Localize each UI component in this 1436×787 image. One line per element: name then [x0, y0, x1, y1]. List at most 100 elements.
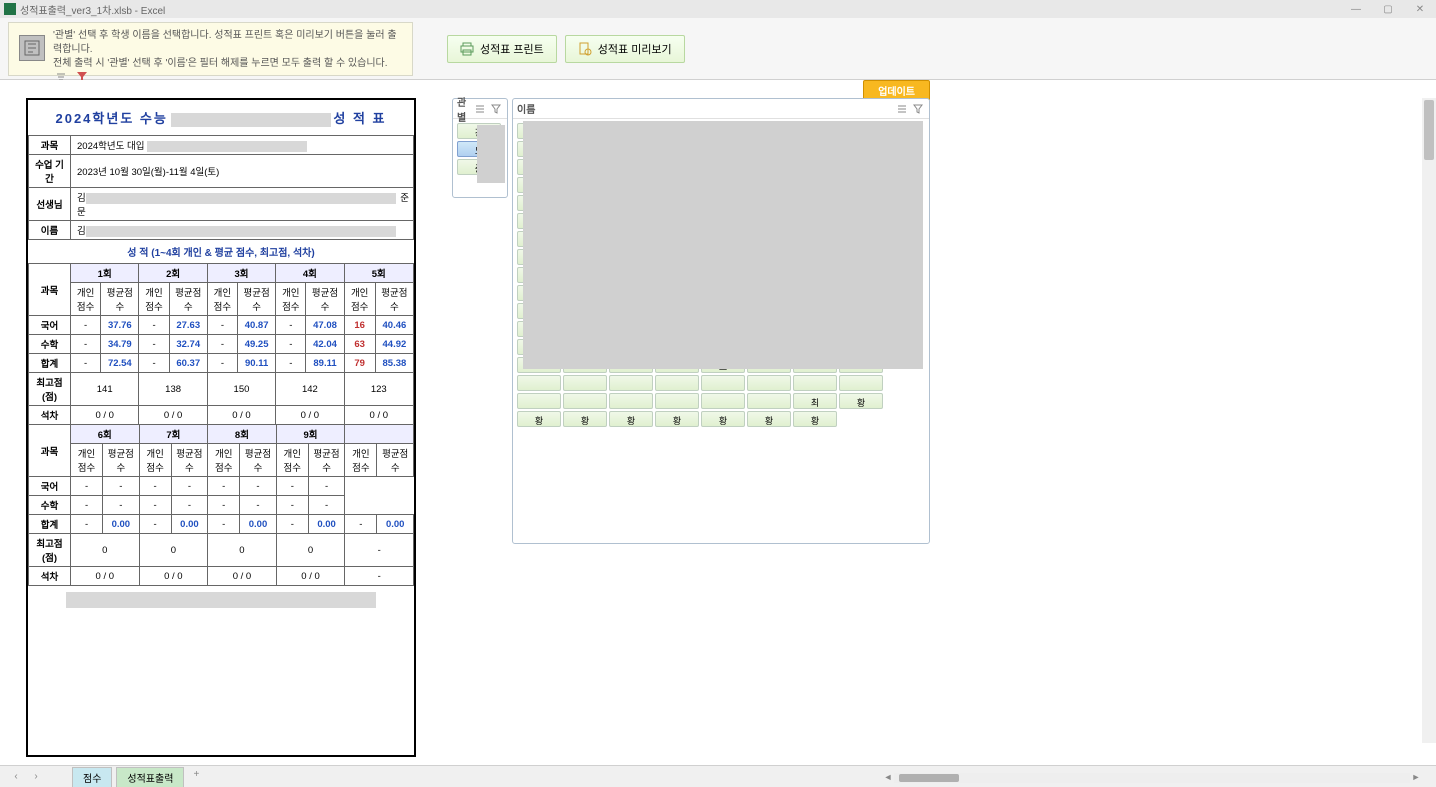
sub-header: 개인점수 [207, 283, 237, 316]
vertical-scrollbar[interactable] [1422, 98, 1436, 743]
multiselect-icon[interactable] [473, 102, 487, 116]
scroll-thumb[interactable] [1424, 100, 1434, 160]
data-cell: 79 [344, 354, 375, 373]
data-cell: - [276, 354, 306, 373]
title-bar: 성적표출력_ver3_1차.xlsb - Excel — ▢ ✕ [0, 0, 1436, 18]
data-cell: - [71, 515, 103, 534]
data-cell: - [240, 496, 277, 515]
sub-header: 평균점수 [240, 444, 277, 477]
data-cell: - [71, 354, 101, 373]
slicer-item[interactable]: 황 [609, 411, 653, 427]
slicer-item[interactable] [747, 393, 791, 409]
hdr-7: 7회 [139, 425, 208, 444]
data-cell: 89.11 [306, 354, 344, 373]
multiselect-icon[interactable] [895, 102, 909, 116]
slicer-item[interactable] [747, 375, 791, 391]
slicer-item[interactable]: 황 [747, 411, 791, 427]
report-title-left: 2024학년도 수능 [55, 111, 167, 126]
horizontal-scrollbar[interactable]: ◄ ► [882, 773, 1422, 783]
slicer-item[interactable] [701, 375, 745, 391]
close-button[interactable]: ✕ [1404, 0, 1436, 18]
slicer-item[interactable]: 황 [655, 411, 699, 427]
row-total: 합계 [29, 354, 71, 373]
slicer-item[interactable] [701, 393, 745, 409]
value-teacher: 김준 문 [71, 188, 414, 221]
redacted-overlay [477, 125, 505, 183]
minimize-button[interactable]: — [1340, 0, 1372, 18]
preview-label: 성적표 미리보기 [598, 41, 672, 57]
report-title-right: 성 적 표 [333, 111, 386, 126]
slicer-item[interactable] [839, 375, 883, 391]
row-kor: 국어 [29, 316, 71, 335]
worksheet-area[interactable]: 2024학년도 수능 성 적 표 과목 2024학년도 대입 수업 기간 202… [0, 80, 1436, 765]
hdr-8: 8회 [208, 425, 277, 444]
tab-next-icon[interactable]: › [28, 769, 44, 785]
hdr-5: 5회 [344, 264, 413, 283]
printer-icon [460, 42, 474, 56]
add-sheet-icon[interactable]: + [188, 769, 204, 785]
print-button[interactable]: 성적표 프린트 [447, 35, 557, 63]
maximize-button[interactable]: ▢ [1372, 0, 1404, 18]
slicer-item[interactable] [563, 375, 607, 391]
sub-header: 개인점수 [208, 444, 240, 477]
label-teacher: 선생님 [29, 188, 71, 221]
data-cell: 0.00 [103, 515, 140, 534]
slicer-item[interactable] [609, 393, 653, 409]
slicer-item[interactable] [655, 393, 699, 409]
data-cell: 47.08 [306, 316, 344, 335]
sub-header: 평균점수 [306, 283, 344, 316]
data-cell: - [207, 335, 237, 354]
label-name: 이름 [29, 221, 71, 240]
data-cell: - [139, 477, 171, 496]
preview-button[interactable]: 성적표 미리보기 [565, 35, 685, 63]
data-cell: 0 / 0 [276, 567, 345, 586]
sub-header: 평균점수 [238, 283, 276, 316]
slicer-item[interactable]: 황 [517, 411, 561, 427]
clear-filter-icon[interactable] [911, 102, 925, 116]
data-cell: 40.87 [238, 316, 276, 335]
report-footer [28, 586, 414, 614]
slicer-item[interactable] [655, 375, 699, 391]
sheet-tab-scores[interactable]: 점수 [72, 767, 112, 787]
scroll-right-icon[interactable]: ► [1410, 772, 1422, 784]
sub-header: 평균점수 [375, 283, 413, 316]
row-high-b: 최고점(점) [29, 534, 71, 567]
redacted-bar [171, 113, 331, 127]
slicer-item[interactable] [517, 393, 561, 409]
data-cell: 0.00 [377, 515, 414, 534]
scroll-thumb-h[interactable] [899, 774, 959, 782]
sub-header: 개인점수 [71, 283, 101, 316]
scroll-left-icon[interactable]: ◄ [882, 772, 894, 784]
sub-header: 평균점수 [171, 444, 208, 477]
data-cell: 0 / 0 [71, 567, 140, 586]
data-cell: 0 / 0 [71, 406, 139, 425]
slicer-item[interactable]: 황 [563, 411, 607, 427]
slicer-item[interactable] [793, 375, 837, 391]
data-cell: 72.54 [101, 354, 139, 373]
data-cell: - [139, 515, 171, 534]
sub-header: 평균점수 [169, 283, 207, 316]
slicer-item[interactable]: 황 [839, 393, 883, 409]
data-cell: - [139, 354, 169, 373]
slicer-class[interactable]: 관별 강노중 [452, 98, 508, 198]
data-cell: 40.46 [375, 316, 413, 335]
data-cell: 0 [276, 534, 345, 567]
slicer-item[interactable]: 황 [793, 411, 837, 427]
slicer-item[interactable]: 황 [701, 411, 745, 427]
data-cell: 150 [207, 373, 275, 406]
slicer-item[interactable] [517, 375, 561, 391]
tab-prev-icon[interactable]: ‹ [8, 769, 24, 785]
slicer-name[interactable]: 이름 김김김김김김김김김김김김김박서송유이임정조최황황황황황황황황 [512, 98, 930, 544]
slicer-item[interactable] [609, 375, 653, 391]
data-cell: - [71, 316, 101, 335]
data-cell: - [103, 477, 140, 496]
clear-filter-icon[interactable] [489, 102, 503, 116]
col-subj: 과목 [29, 264, 71, 316]
slicer-item[interactable]: 최 [793, 393, 837, 409]
data-cell: - [240, 477, 277, 496]
data-cell: - [345, 567, 414, 586]
sheet-tab-report[interactable]: 성적표출력 [116, 767, 184, 787]
slicer-item[interactable] [563, 393, 607, 409]
row-total-b: 합계 [29, 515, 71, 534]
data-cell: 0 / 0 [208, 567, 277, 586]
